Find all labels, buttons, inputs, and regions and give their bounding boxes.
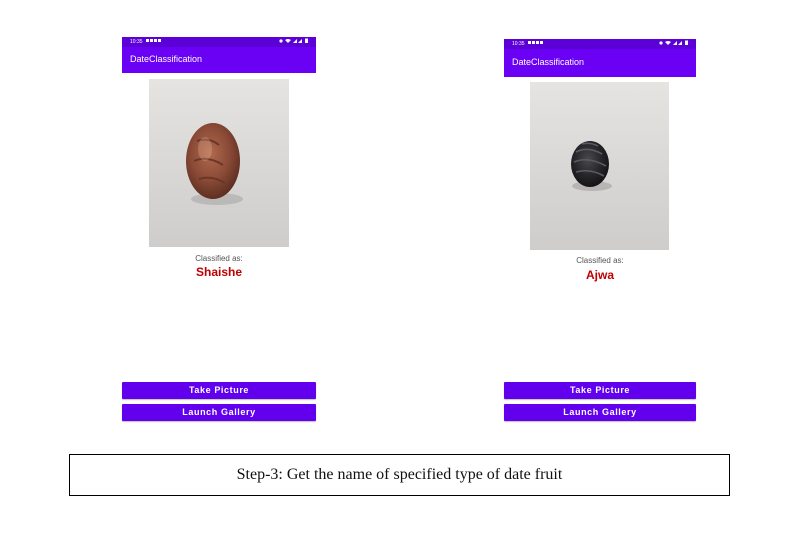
signal-icon — [673, 39, 683, 49]
alarm-icon — [279, 37, 283, 47]
take-picture-button[interactable]: Take Picture — [504, 382, 696, 399]
date-fruit-image — [530, 82, 669, 250]
classified-as-label: Classified as: — [195, 254, 243, 263]
phone-screen-1: 10:35 DateClassification Classified as: … — [122, 37, 316, 421]
classification-result: Shaishe — [195, 265, 243, 279]
app-bar-title: DateClassification — [122, 47, 316, 73]
app-bar-title: DateClassification — [504, 49, 696, 77]
launch-gallery-button[interactable]: Launch Gallery — [122, 404, 316, 421]
classified-as-label: Classified as: — [576, 256, 624, 265]
phone-screen-2: 10:35 DateClassification Classified as: … — [504, 39, 696, 421]
wifi-icon — [285, 37, 291, 47]
alarm-icon — [659, 39, 663, 49]
status-bar: 10:35 — [504, 39, 696, 49]
figure-caption: Step-3: Get the name of specified type o… — [69, 454, 730, 496]
status-bar: 10:35 — [122, 37, 316, 47]
launch-gallery-button[interactable]: Launch Gallery — [504, 404, 696, 421]
shaishe-date-icon — [186, 123, 243, 205]
caption-text: Step-3: Get the name of specified type o… — [236, 466, 563, 483]
notification-icon — [145, 37, 162, 47]
ajwa-date-icon — [571, 141, 612, 191]
classification-result: Ajwa — [585, 268, 614, 282]
notification-icon — [527, 39, 544, 49]
take-picture-button[interactable]: Take Picture — [122, 382, 316, 399]
date-fruit-image — [149, 79, 289, 247]
signal-icon — [293, 37, 303, 47]
status-time: 10:35 — [512, 41, 525, 47]
wifi-icon — [665, 39, 671, 49]
battery-icon — [685, 39, 688, 49]
status-time: 10:35 — [130, 39, 143, 45]
battery-icon — [305, 37, 308, 47]
